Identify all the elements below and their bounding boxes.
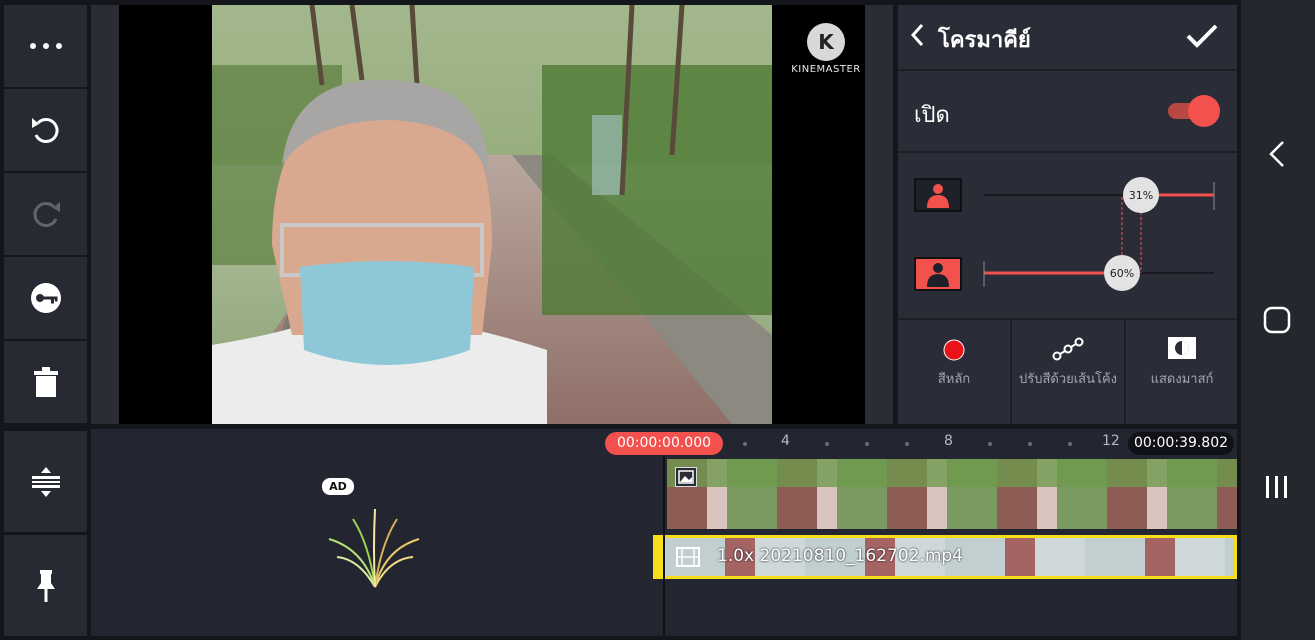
nav-back-icon[interactable]	[1266, 140, 1288, 168]
track-expand-button[interactable]	[4, 431, 87, 532]
curve-icon	[1052, 337, 1084, 361]
film-icon	[676, 547, 700, 567]
redo-icon	[32, 202, 60, 227]
playhead[interactable]	[663, 455, 665, 636]
checkmark-icon	[1186, 24, 1218, 48]
nav-home-icon[interactable]	[1263, 306, 1291, 334]
total-time-badge: 00:00:39.802	[1128, 432, 1234, 455]
system-nav-bar	[1241, 0, 1315, 640]
undo-icon	[31, 118, 59, 143]
ad-badge: AD	[322, 478, 354, 495]
current-time-badge: 00:00:00.000	[605, 432, 723, 455]
nav-recents-icon[interactable]	[1264, 474, 1290, 500]
key-color-label: สีหลัก	[937, 372, 971, 387]
confirm-button[interactable]	[1185, 23, 1219, 53]
panel-title: โครมาคีย์	[938, 28, 1031, 53]
chroma-key-panel: โครมาคีย์ เปิด 31% 60% สีหลัก ปรับสีด้วย…	[898, 5, 1237, 424]
slider-top-value: 31%	[1129, 189, 1153, 202]
key-icon	[30, 283, 61, 313]
ruler-label-8: 8	[944, 433, 953, 449]
pin-button[interactable]	[4, 535, 87, 636]
enable-toggle[interactable]	[1168, 95, 1220, 127]
preview-scene-image	[212, 5, 772, 424]
trash-icon	[33, 367, 58, 397]
chevron-left-icon	[910, 23, 924, 47]
show-mask-label: แสดงมาสก์	[1150, 372, 1214, 387]
ruler-tick-dot	[825, 442, 829, 446]
more-dots-icon	[29, 43, 62, 49]
foreground-threshold-icon	[914, 178, 962, 212]
background-threshold-icon	[914, 257, 962, 291]
slider-bottom-value: 60%	[1110, 267, 1134, 280]
ad-fireworks-icon[interactable]	[323, 499, 427, 589]
delete-button[interactable]	[4, 341, 87, 423]
ruler-tick-dot	[1068, 442, 1072, 446]
record-dot-icon	[943, 339, 965, 361]
ruler-tick-dot	[1028, 442, 1032, 446]
more-options-button[interactable]	[4, 5, 87, 87]
key-color-button[interactable]: สีหลัก	[898, 320, 1010, 424]
threshold-sliders[interactable]: 31% 60%	[978, 175, 1218, 300]
image-layer-clip[interactable]	[667, 459, 1237, 529]
pin-icon	[36, 569, 55, 602]
slider-bottom-handle: 60%	[1104, 255, 1140, 291]
ruler-label-12: 12	[1102, 433, 1120, 449]
watermark-text: KINEMASTER	[791, 64, 861, 75]
kinemaster-watermark: K KINEMASTER	[781, 23, 865, 75]
video-preview[interactable]: K KINEMASTER	[119, 5, 865, 424]
ruler-label-4: 4	[781, 433, 790, 449]
clip-name: 1.0x 20210810_162702.mp4	[717, 546, 963, 566]
video-clip[interactable]: 1.0x 20210810_162702.mp4	[653, 535, 1237, 579]
mask-icon	[1168, 337, 1196, 359]
expand-tracks-icon	[31, 466, 60, 497]
image-layer-icon	[675, 467, 697, 487]
undo-button[interactable]	[4, 89, 87, 171]
color-curve-label: ปรับสีด้วยเส้นโค้ง	[1018, 372, 1118, 387]
ruler-tick-dot	[905, 442, 909, 446]
color-curve-button[interactable]: ปรับสีด้วยเส้นโค้ง	[1012, 320, 1124, 424]
keyframe-button[interactable]	[4, 257, 87, 339]
slider-top-handle: 31%	[1123, 177, 1159, 213]
timeline[interactable]: AD 00:00:00.000 4 8 12 00:00:39.802 1.0x…	[91, 429, 1237, 636]
back-button[interactable]	[910, 23, 924, 51]
ruler-tick-dot	[865, 442, 869, 446]
ruler-tick-dot	[988, 442, 992, 446]
ruler-tick-dot	[743, 442, 747, 446]
show-mask-button[interactable]: แสดงมาสก์	[1126, 320, 1237, 424]
redo-button[interactable]	[4, 173, 87, 255]
enable-label: เปิด	[914, 103, 950, 128]
kinemaster-logo-icon: K	[807, 23, 845, 61]
